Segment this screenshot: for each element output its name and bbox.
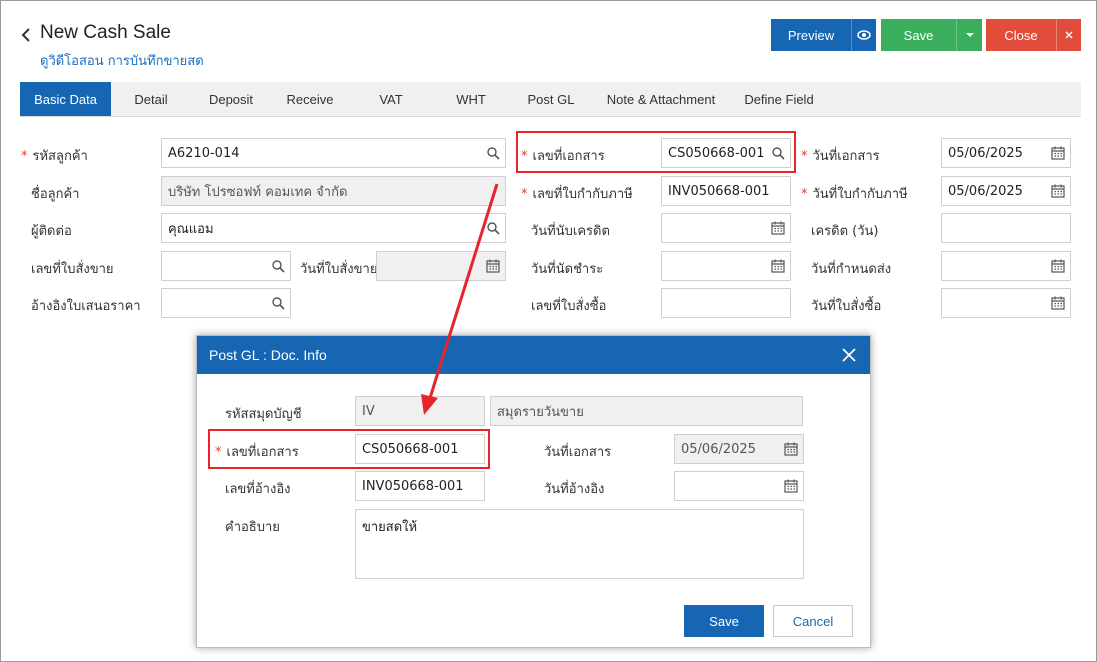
contact-label: ผู้ติดต่อ <box>31 224 72 239</box>
customer-name-label: ชื่อลูกค้า <box>31 187 80 202</box>
delivery-date-field[interactable] <box>941 251 1071 281</box>
description-label: คำอธิบาย <box>225 520 280 535</box>
credit-start-date-label: วันที่นับเครดิต <box>531 224 610 239</box>
doc-date-field[interactable]: 05/06/2025 <box>941 138 1071 168</box>
page-title: New Cash Sale <box>40 22 171 43</box>
delivery-date-label: วันที่กำหนดส่ง <box>811 262 892 277</box>
payment-due-date-label: วันที่นัดชำระ <box>531 262 604 277</box>
tab-detail[interactable]: Detail <box>116 82 186 116</box>
calendar-icon <box>784 442 798 456</box>
tab-deposit[interactable]: Deposit <box>194 82 268 116</box>
chevron-left-icon <box>21 28 30 42</box>
sales-order-no-field[interactable] <box>161 251 291 281</box>
sales-order-date-field <box>376 251 506 281</box>
dialog-save-button[interactable]: Save <box>684 605 764 637</box>
calendar-icon[interactable] <box>771 259 785 273</box>
tab-receive[interactable]: Receive <box>275 82 345 116</box>
calendar-icon[interactable] <box>1051 259 1065 273</box>
dialog-header: Post GL : Doc. Info <box>197 336 870 374</box>
calendar-icon[interactable] <box>1051 184 1065 198</box>
sales-order-date-label: วันที่ใบสั่งขาย <box>300 262 378 277</box>
ref-no-field[interactable]: INV050668-001 <box>355 471 485 501</box>
journal-name-value: สมุดรายวันขาย <box>497 404 584 420</box>
dialog-doc-date-value: 05/06/2025 <box>681 441 756 457</box>
search-icon[interactable] <box>486 146 500 160</box>
tab-note-attachment[interactable]: Note & Attachment <box>600 82 722 116</box>
tab-post-gl[interactable]: Post GL <box>520 82 582 116</box>
dialog-cancel-button[interactable]: Cancel <box>773 605 853 637</box>
journal-code-value: IV <box>362 403 375 419</box>
calendar-icon[interactable] <box>1051 146 1065 160</box>
preview-button[interactable]: Preview <box>771 19 851 51</box>
tab-basic-data[interactable]: Basic Data <box>20 82 111 116</box>
credit-days-label: เครดิต (วัน) <box>811 224 879 239</box>
ref-no-label: เลขที่อ้างอิง <box>225 482 291 497</box>
journal-code-label: รหัสสมุดบัญชี <box>225 407 302 422</box>
description-value: ขายสดให้ <box>362 520 418 535</box>
customer-code-value: A6210-014 <box>168 145 240 161</box>
calendar-icon[interactable] <box>784 479 798 493</box>
quotation-ref-field[interactable] <box>161 288 291 318</box>
po-no-field[interactable] <box>661 288 791 318</box>
contact-field[interactable]: คุณแอม <box>161 213 506 243</box>
caret-down-icon <box>965 33 974 37</box>
tab-vat[interactable]: VAT <box>365 82 417 116</box>
calendar-icon[interactable] <box>1051 296 1065 310</box>
search-icon[interactable] <box>271 259 285 273</box>
tax-invoice-no-value: INV050668-001 <box>668 183 770 199</box>
journal-name-field: สมุดรายวันขาย <box>490 396 803 426</box>
ref-no-value: INV050668-001 <box>362 478 464 494</box>
sales-order-no-label: เลขที่ใบสั่งขาย <box>31 262 114 277</box>
tax-invoice-no-label: * เลขที่ใบกำกับภาษี <box>521 187 633 202</box>
customer-code-label: * รหัสลูกค้า <box>21 149 88 164</box>
preview-eye-button[interactable] <box>851 19 876 51</box>
po-date-label: วันที่ใบสั่งซื้อ <box>811 299 882 314</box>
close-button[interactable]: Close <box>986 19 1056 51</box>
dialog-doc-date-label: วันที่เอกสาร <box>544 445 612 460</box>
doc-date-label: * วันที่เอกสาร <box>801 149 880 164</box>
tab-wht[interactable]: WHT <box>444 82 498 116</box>
dialog-title: Post GL : Doc. Info <box>209 347 327 363</box>
ref-date-label: วันที่อ้างอิง <box>544 482 605 497</box>
quotation-ref-label: อ้างอิงใบเสนอราคา <box>31 299 141 314</box>
dialog-doc-no-highlight-box <box>208 429 490 469</box>
search-icon[interactable] <box>486 221 500 235</box>
tax-invoice-date-field[interactable]: 05/06/2025 <box>941 176 1071 206</box>
payment-due-date-field[interactable] <box>661 251 791 281</box>
contact-value: คุณแอม <box>168 221 214 237</box>
customer-name-value: บริษัท โปรซอฟท์ คอมเทค จำกัด <box>168 184 348 200</box>
description-field[interactable]: ขายสดให้ <box>355 509 804 579</box>
post-gl-dialog: Post GL : Doc. Info รหัสสมุดบัญชี IV สมุ… <box>196 335 871 648</box>
tab-define-field[interactable]: Define Field <box>738 82 820 116</box>
calendar-icon <box>486 259 500 273</box>
customer-code-field[interactable]: A6210-014 <box>161 138 506 168</box>
save-button[interactable]: Save <box>881 19 956 51</box>
dialog-doc-date-field: 05/06/2025 <box>674 434 804 464</box>
doc-date-value: 05/06/2025 <box>948 145 1023 161</box>
tax-invoice-date-value: 05/06/2025 <box>948 183 1023 199</box>
close-icon[interactable] <box>840 346 858 364</box>
close-icon <box>1065 31 1073 39</box>
tutorial-video-link[interactable]: ดูวิดีโอสอน การบันทึกขายสด <box>40 50 204 71</box>
po-no-label: เลขที่ใบสั่งซื้อ <box>531 299 607 314</box>
ref-date-field[interactable] <box>674 471 804 501</box>
customer-name-field: บริษัท โปรซอฟท์ คอมเทค จำกัด <box>161 176 506 206</box>
tab-bar: Basic Data Detail Deposit Receive VAT WH… <box>20 82 1081 117</box>
tax-invoice-no-field[interactable]: INV050668-001 <box>661 176 791 206</box>
credit-days-field[interactable] <box>941 213 1071 243</box>
credit-start-date-field[interactable] <box>661 213 791 243</box>
back-button[interactable] <box>18 24 34 46</box>
tax-invoice-date-label: * วันที่ใบกำกับภาษี <box>801 187 908 202</box>
calendar-icon[interactable] <box>771 221 785 235</box>
journal-code-field: IV <box>355 396 485 426</box>
close-x-button[interactable] <box>1056 19 1081 51</box>
eye-icon <box>857 30 871 40</box>
search-icon[interactable] <box>271 296 285 310</box>
doc-no-highlight-box <box>516 131 796 173</box>
po-date-field[interactable] <box>941 288 1071 318</box>
save-dropdown-button[interactable] <box>956 19 982 51</box>
